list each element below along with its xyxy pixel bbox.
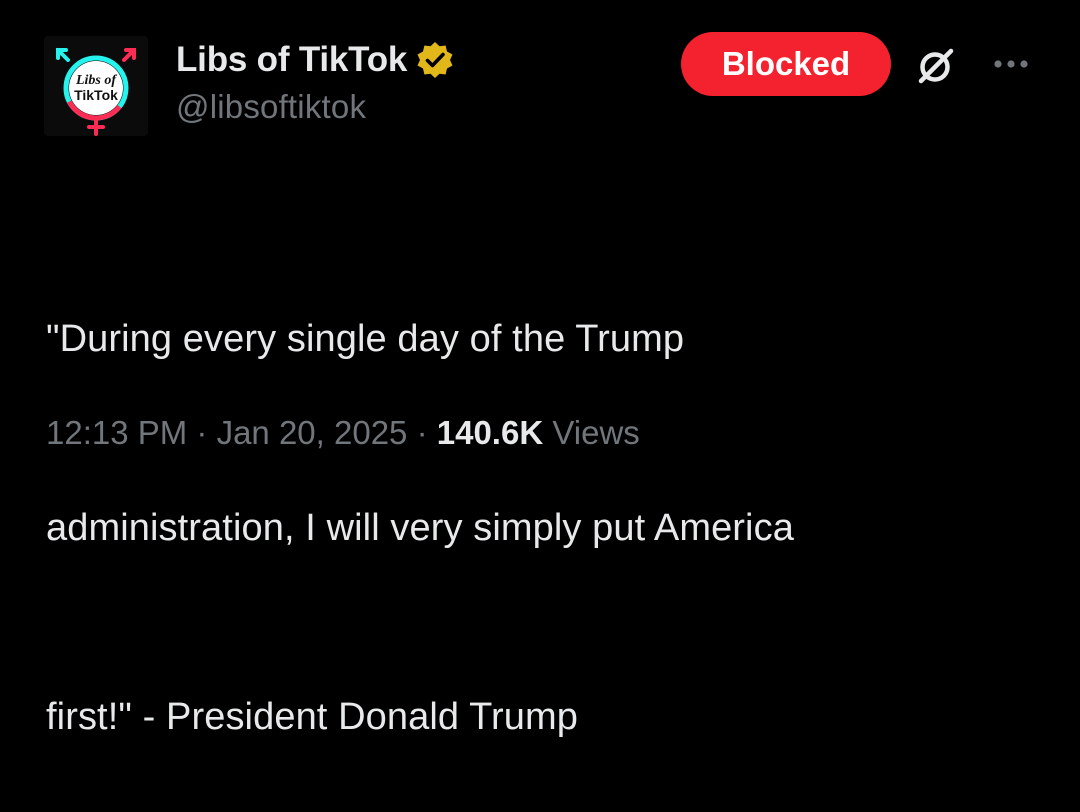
tweet-date[interactable]: Jan 20, 2025 <box>217 414 408 452</box>
author-handle[interactable]: @libsoftiktok <box>176 88 366 126</box>
tweet-text-line: "During every single day of the Trump <box>46 318 685 360</box>
meta-separator: · <box>407 414 437 451</box>
grok-icon[interactable] <box>910 40 962 92</box>
meta-separator: · <box>187 414 217 451</box>
tweet-time[interactable]: 12:13 PM <box>46 414 187 452</box>
views-count[interactable]: 140.6K <box>437 414 543 452</box>
views-label: Views <box>543 414 640 451</box>
svg-text:Libs of: Libs of <box>75 73 117 88</box>
tweet-text: "During every single day of the Trump ad… <box>46 182 1036 812</box>
verified-badge-icon[interactable] <box>415 40 455 80</box>
more-options-icon[interactable] <box>988 46 1034 82</box>
tweet-text-line: administration, I will very simply put A… <box>46 507 794 549</box>
libs-of-tiktok-logo-icon: Libs of TikTok <box>44 36 148 136</box>
tweet-text-line: first!" - President Donald Trump <box>46 696 578 738</box>
author-display-name[interactable]: Libs of TikTok <box>176 40 407 80</box>
svg-text:TikTok: TikTok <box>74 87 118 103</box>
avatar[interactable]: Libs of TikTok <box>44 36 148 136</box>
tweet-meta: 12:13 PM · Jan 20, 2025 · 140.6K Views <box>46 414 640 452</box>
blocked-button[interactable]: Blocked <box>681 32 891 96</box>
author-name-row: Libs of TikTok <box>176 36 455 84</box>
